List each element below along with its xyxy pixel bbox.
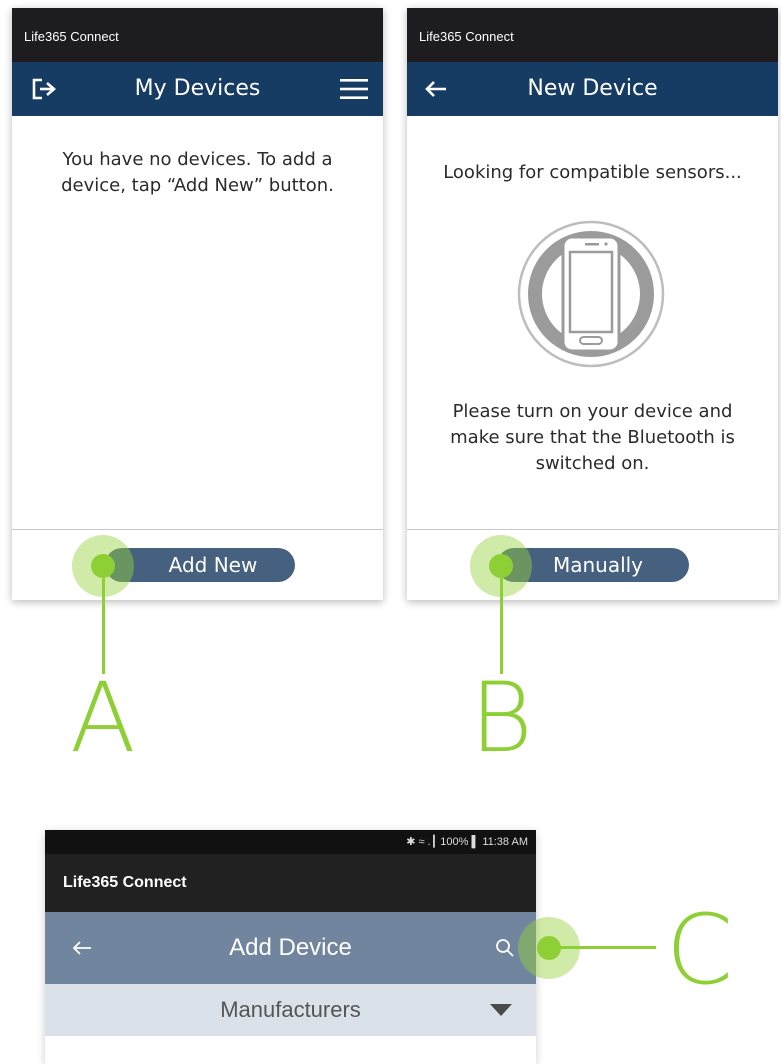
divider — [12, 529, 383, 530]
dropdown-label: Manufacturers — [220, 997, 361, 1022]
nav-bar: New Device — [407, 62, 778, 116]
bluetooth-instruction: Please turn on your device and make sure… — [450, 401, 735, 474]
callout-a-label: A — [70, 662, 136, 774]
manufacturers-dropdown[interactable]: Manufacturers — [45, 984, 536, 1036]
screen-new-device: Life365 Connect New Device Looking for c… — [407, 8, 778, 600]
callout-c-dot — [537, 936, 561, 960]
callout-c-label: C — [666, 894, 734, 1006]
app-title: Life365 Connect — [45, 854, 536, 912]
logout-icon[interactable] — [28, 62, 62, 116]
callout-b-leader — [500, 578, 503, 674]
hamburger-menu-icon[interactable] — [337, 62, 371, 116]
status-bar: ✱ ≈ .┃ 100% ▌ 11:38 AM — [45, 830, 536, 854]
screen-my-devices: Life365 Connect My Devices You have no d… — [12, 8, 383, 600]
page-title: Add Device — [229, 934, 352, 961]
nav-bar: Add Device — [45, 912, 536, 984]
callout-b-label: B — [470, 662, 533, 774]
app-title: Life365 Connect — [12, 8, 383, 62]
caret-down-icon — [488, 984, 514, 1036]
back-arrow-icon[interactable] — [421, 62, 451, 116]
app-title: Life365 Connect — [407, 8, 778, 62]
empty-state-message: You have no devices. To add a device, ta… — [61, 149, 334, 196]
back-arrow-icon[interactable] — [67, 912, 97, 984]
callout-c-leader — [560, 946, 656, 949]
nav-bar: My Devices — [12, 62, 383, 116]
page-title: My Devices — [134, 76, 261, 101]
divider — [407, 529, 778, 530]
callout-a-leader — [102, 578, 105, 674]
screen-add-device: ✱ ≈ .┃ 100% ▌ 11:38 AM Life365 Connect A… — [45, 830, 536, 1064]
callout-b-dot — [489, 554, 513, 578]
search-icon[interactable] — [490, 912, 520, 984]
phone-scanning-icon — [517, 220, 665, 368]
callout-a-dot — [91, 554, 115, 578]
searching-status: Looking for compatible sensors... — [443, 162, 742, 183]
page-title: New Device — [527, 76, 658, 101]
